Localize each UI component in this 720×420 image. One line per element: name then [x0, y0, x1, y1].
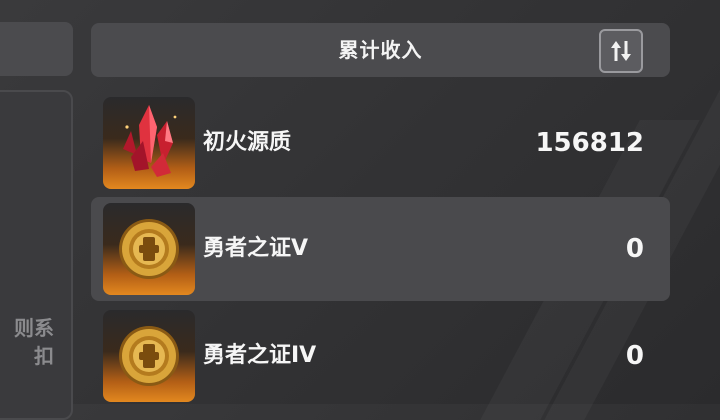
item-icon-box [103, 97, 195, 189]
left-text-line1: 则系 [14, 316, 54, 340]
income-header: 累计收入 [91, 23, 670, 77]
sort-button[interactable] [599, 29, 643, 73]
item-value: 0 [625, 341, 644, 371]
left-panel [0, 90, 73, 420]
item-name: 勇者之证IV [203, 343, 317, 368]
list-item[interactable]: 勇者之证IV 0 [91, 310, 670, 414]
item-name: 初火源质 [203, 130, 292, 155]
gold-medal-icon [119, 219, 179, 279]
left-text-line2: 扣 [34, 344, 54, 368]
item-name: 勇者之证V [203, 236, 309, 261]
item-value: 156812 [535, 128, 644, 158]
list-item[interactable]: 勇者之证V 0 [91, 197, 670, 301]
header-title: 累计收入 [338, 38, 423, 62]
red-crystal-icon [123, 105, 177, 177]
item-value: 0 [625, 234, 644, 264]
list-item[interactable]: 初火源质 156812 [91, 97, 670, 201]
sort-arrows-icon [611, 41, 631, 61]
item-icon-box [103, 203, 195, 295]
left-tab[interactable] [0, 22, 73, 76]
gold-medal-icon [119, 326, 179, 386]
left-panel-text: 则系 扣 [0, 314, 54, 370]
item-icon-box [103, 310, 195, 402]
